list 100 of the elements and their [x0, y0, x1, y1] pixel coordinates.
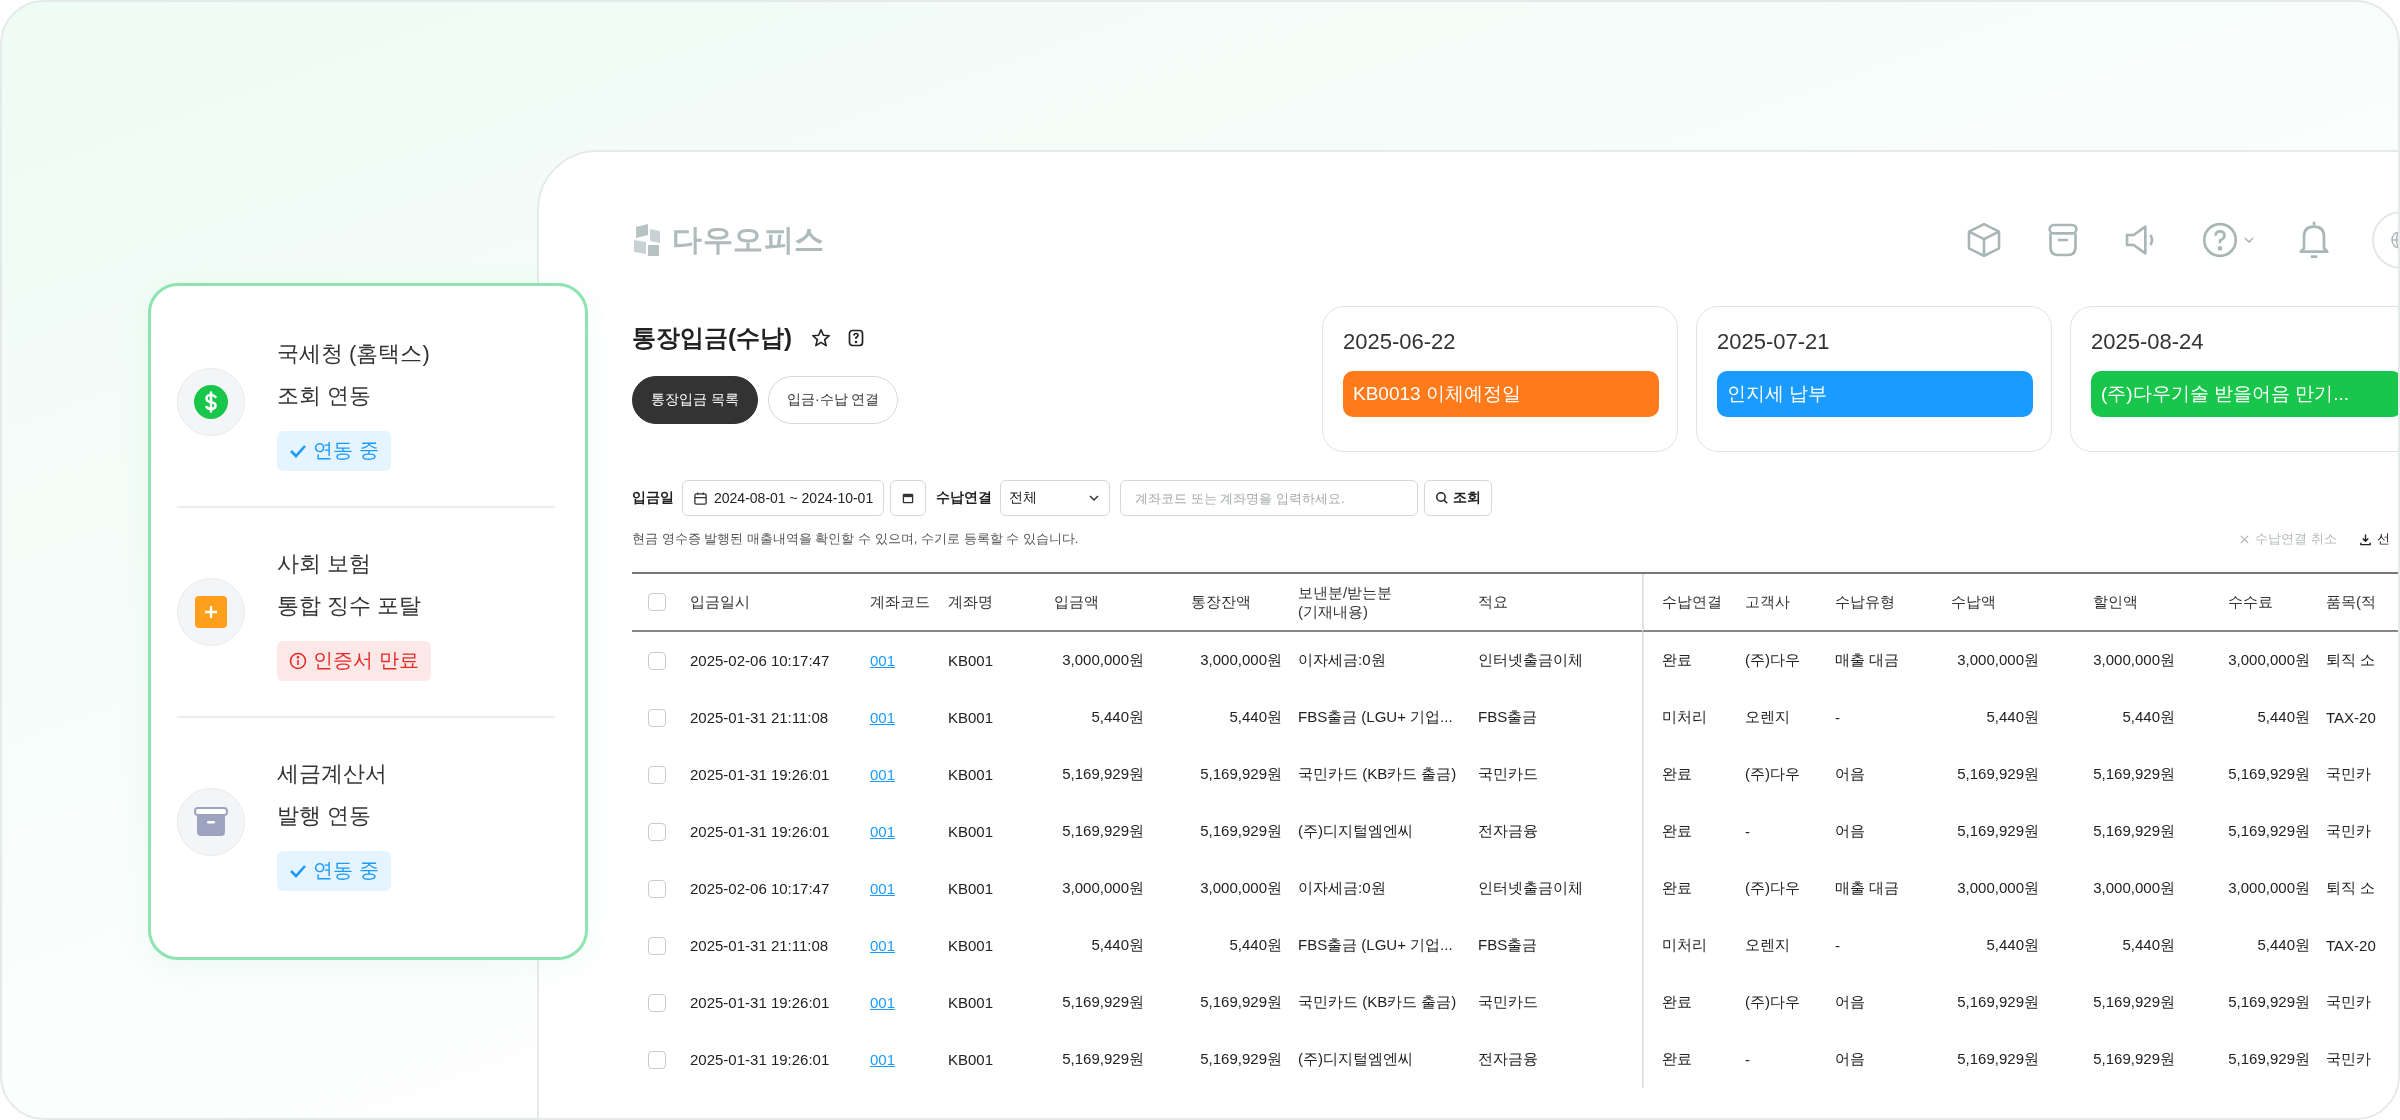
row-checkbox[interactable]: [648, 708, 666, 727]
page-title: 통장입금(수납): [632, 323, 792, 353]
table-cell: FBS출금: [1478, 936, 1538, 955]
table-cell: 어음: [1835, 765, 1865, 784]
table-cell: 5,440원: [2122, 936, 2175, 955]
row-checkbox[interactable]: [648, 879, 666, 898]
table-cell: 국민카: [2326, 765, 2371, 784]
row-checkbox[interactable]: [648, 936, 666, 955]
event-date: 2025-07-21: [1717, 329, 1831, 355]
event-label: KB0013 이체예정일: [1343, 371, 1659, 417]
column-header: 입금일시: [690, 592, 750, 612]
table-cell: 3,000,000원: [2228, 879, 2310, 898]
column-header: 품목(적: [2326, 592, 2376, 612]
table-cell: KB001: [948, 652, 994, 669]
column-header: 수납액: [1951, 592, 1996, 612]
table-cell: TAX-20: [2326, 937, 2376, 954]
star-icon[interactable]: [810, 327, 832, 349]
table-cell: 5,440원: [1229, 708, 1282, 727]
table-cell: 2025-01-31 21:11:08: [690, 709, 829, 726]
table-cell: 5,169,929원: [2228, 1050, 2310, 1069]
event-card[interactable]: 2025-06-22 KB0013 이체예정일: [1322, 306, 1678, 452]
table-cell: (주)디지털엠엔씨: [1298, 1050, 1413, 1069]
table-cell: 3,000,000원: [1957, 879, 2039, 898]
calendar-button[interactable]: [890, 480, 927, 516]
table-cell: 국민카드: [1478, 765, 1538, 784]
column-header: 입금액: [1053, 592, 1099, 612]
table-cell: 5,440원: [1091, 708, 1144, 727]
filter-label: 수납연결: [936, 489, 993, 507]
table-cell: 인터넷출금이체: [1478, 879, 1583, 898]
table-cell: 5,440원: [1986, 708, 2039, 727]
calendar-icon: [901, 491, 916, 505]
table-cell: 5,169,929원: [1957, 1050, 2039, 1069]
table-cell: 어음: [1835, 822, 1865, 841]
tab[interactable]: 통장입금 목록: [632, 376, 758, 424]
table-cell: TAX-20: [2326, 709, 2376, 726]
table-cell: 5,169,929원: [2228, 822, 2310, 841]
table-cell: 국민카: [2326, 1050, 2371, 1069]
column-header: 할인액: [2092, 592, 2138, 612]
search-button[interactable]: 조회: [1424, 480, 1493, 516]
table-cell: (주)다우: [1745, 651, 1800, 670]
link-status-dropdown[interactable]: 전체: [1000, 480, 1111, 516]
close-icon: [2239, 533, 2251, 545]
table-cell: KB001: [948, 880, 994, 897]
status-badge: 연동 중: [277, 430, 391, 471]
table-cell: 2025-01-31 19:26:01: [690, 994, 830, 1011]
table-cell: 이자세금:0원: [1298, 879, 1386, 898]
event-card[interactable]: 2025-07-21 인지세 납부: [1696, 306, 2052, 452]
table-cell: 2025-01-31 19:26:01: [690, 823, 830, 840]
table-cell: -: [1745, 1051, 1750, 1068]
table-cell: 완료: [1662, 651, 1692, 670]
row-checkbox[interactable]: [648, 1050, 666, 1069]
table-cell: 5,440원: [1091, 936, 1144, 955]
table-cell: (주)다우: [1745, 879, 1800, 898]
table-cell: 5,169,929원: [1062, 993, 1144, 1012]
filter-label: 입금일: [632, 489, 674, 507]
calendar-icon: [693, 490, 708, 506]
table-cell: -: [1835, 709, 1840, 726]
help-icon[interactable]: [846, 328, 866, 348]
status-badge: 인증서 만료: [277, 640, 431, 681]
table-cell: 5,440원: [2257, 708, 2310, 727]
table-cell: 3,000,000원: [1200, 651, 1282, 670]
plus-icon: [195, 596, 227, 628]
table-cell: 2025-02-06 10:17:47: [690, 880, 830, 897]
table-cell: 완료: [1662, 822, 1692, 841]
event-date: 2025-08-24: [2091, 329, 2205, 355]
search-field[interactable]: 계좌코드 또는 계좌명을 입력하세요.: [1120, 480, 1419, 516]
tab[interactable]: 입금·수납 연결: [767, 376, 899, 424]
row-checkbox[interactable]: [648, 765, 666, 784]
event-card[interactable]: 2025-08-24 (주)다우기술 받을어음 만기...: [2070, 306, 2398, 452]
table-cell: 2025-01-31 19:26:01: [690, 766, 830, 783]
table-cell: 5,169,929원: [1957, 822, 2039, 841]
logo-text: 다우오피스: [672, 221, 825, 258]
column-header: 적요: [1478, 592, 1508, 612]
table-cell: 어음: [1835, 1050, 1865, 1069]
table-cell: 5,169,929원: [2228, 993, 2310, 1012]
table-cell: 3,000,000원: [1957, 651, 2039, 670]
table-cell: KB001: [948, 937, 994, 954]
row-checkbox[interactable]: [648, 822, 666, 841]
column-header: 계좌명: [948, 592, 993, 612]
row-checkbox[interactable]: [648, 993, 666, 1012]
table-cell: 5,169,929원: [2228, 765, 2310, 784]
download-button[interactable]: 선: [2359, 530, 2390, 548]
download-icon: [2359, 532, 2372, 546]
date-range-field[interactable]: 2024-08-01 ~ 2024-10-01: [682, 480, 885, 516]
table-cell: 국민카드 (KB카드 출금): [1298, 993, 1457, 1012]
table-cell: 5,169,929원: [1062, 1050, 1144, 1069]
table-cell: FBS출금: [1478, 708, 1538, 727]
event-date: 2025-06-22: [1343, 329, 1457, 355]
search-icon: [1435, 491, 1450, 505]
select-all-checkbox[interactable]: [648, 593, 666, 611]
status-badge: 연동 중: [277, 850, 391, 891]
table-cell: KB001: [948, 1051, 994, 1068]
table-cell: 오렌지: [1745, 936, 1790, 955]
row-checkbox[interactable]: [648, 651, 666, 670]
table-cell: 3,000,000원: [2228, 651, 2310, 670]
check-icon: [289, 863, 307, 878]
table-cell: 5,169,929원: [1062, 822, 1144, 841]
table-cell: 오렌지: [1745, 708, 1790, 727]
column-header: 수납연결: [1662, 592, 1722, 612]
logo-icon: [632, 223, 662, 257]
